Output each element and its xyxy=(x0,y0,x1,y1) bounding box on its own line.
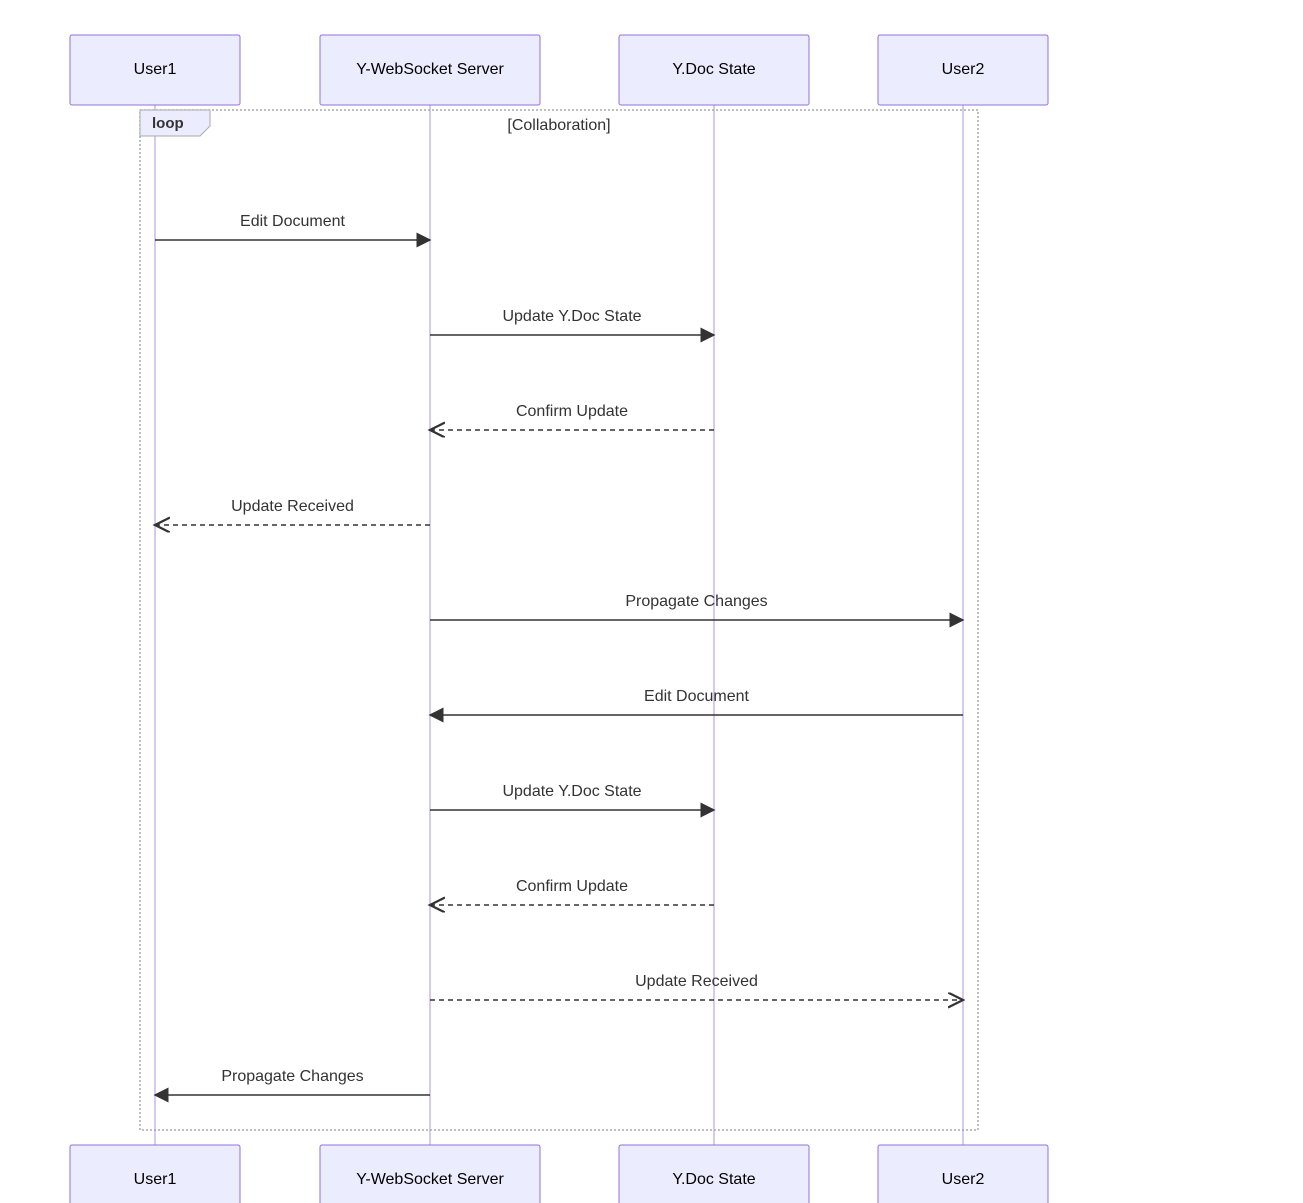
message-text-3: Update Received xyxy=(231,498,354,515)
actor-label-user1-bottom: User1 xyxy=(134,1171,177,1188)
message-text-4: Propagate Changes xyxy=(625,593,767,610)
message-text-2: Confirm Update xyxy=(516,403,628,420)
loop-title: [Collaboration] xyxy=(507,117,610,134)
actor-label-user2-top: User2 xyxy=(942,61,985,78)
message-text-6: Update Y.Doc State xyxy=(502,783,641,800)
message-text-8: Update Received xyxy=(635,973,758,990)
actor-label-ydoc-bottom: Y.Doc State xyxy=(672,1171,755,1188)
message-text-7: Confirm Update xyxy=(516,878,628,895)
loop-label: loop xyxy=(152,115,184,132)
actor-label-user1-top: User1 xyxy=(134,61,177,78)
actor-label-server-top: Y-WebSocket Server xyxy=(356,61,504,78)
sequence-diagram: loop [Collaboration] Edit Document Update Y… xyxy=(0,0,1303,1203)
message-text-1: Update Y.Doc State xyxy=(502,308,641,325)
actor-label-server-bottom: Y-WebSocket Server xyxy=(356,1171,504,1188)
actor-label-user2-bottom: User2 xyxy=(942,1171,985,1188)
message-text-9: Propagate Changes xyxy=(221,1068,363,1085)
actor-label-ydoc-top: Y.Doc State xyxy=(672,61,755,78)
message-text-5: Edit Document xyxy=(644,688,749,705)
message-text-0: Edit Document xyxy=(240,213,345,230)
